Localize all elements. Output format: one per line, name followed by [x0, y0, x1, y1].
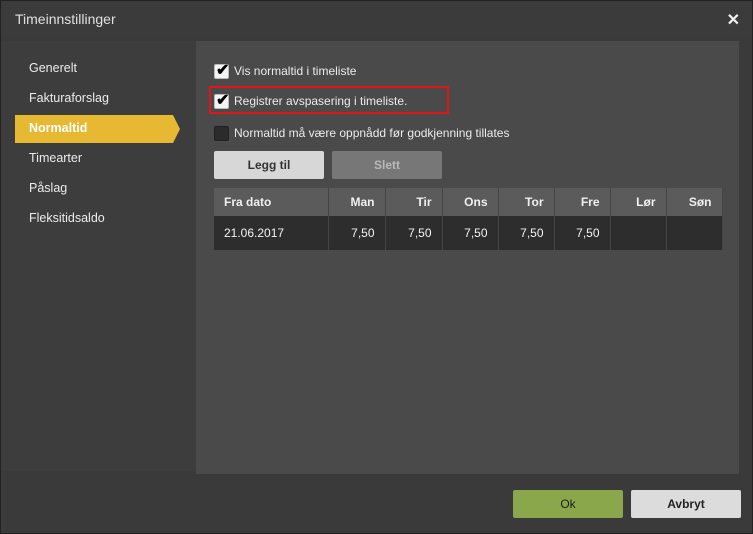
cell-son[interactable]	[666, 216, 723, 250]
cancel-button[interactable]: Avbryt	[631, 490, 741, 518]
sidebar-item-generelt[interactable]: Generelt	[29, 61, 77, 81]
sidebar-item-normaltid[interactable]: Normaltid	[15, 115, 180, 143]
cell-fre[interactable]: 7,50	[554, 216, 611, 250]
cell-tor[interactable]: 7,50	[498, 216, 555, 250]
column-header-tor[interactable]: Tor	[498, 188, 555, 216]
option-label: Normaltid må være oppnådd før godkjennin…	[234, 126, 510, 140]
table-header-row: Fra dato Man Tir Ons Tor Fre Lør Søn	[214, 188, 723, 216]
settings-dialog: Timeinnstillinger ✕ Generelt Fakturafors…	[0, 0, 753, 534]
column-header-lor[interactable]: Lør	[610, 188, 667, 216]
normaltid-table: Fra dato Man Tir Ons Tor Fre Lør Søn 21.…	[214, 188, 723, 250]
checkmark-icon: ✔	[216, 62, 230, 79]
cell-lor[interactable]	[610, 216, 667, 250]
cell-fra-dato[interactable]: 21.06.2017	[214, 216, 329, 250]
dialog-title: Timeinnstillinger	[15, 11, 116, 27]
title-bar: Timeinnstillinger ✕	[1, 1, 752, 37]
column-header-fre[interactable]: Fre	[554, 188, 611, 216]
column-header-ons[interactable]: Ons	[442, 188, 499, 216]
highlight-box	[209, 86, 449, 114]
cell-ons[interactable]: 7,50	[442, 216, 499, 250]
ok-button[interactable]: Ok	[513, 490, 623, 518]
checkbox[interactable]	[214, 126, 229, 141]
option-label: Vis normaltid i timeliste	[234, 64, 357, 78]
cell-man[interactable]: 7,50	[328, 216, 386, 250]
column-header-fra-dato[interactable]: Fra dato	[214, 188, 329, 216]
sidebar-item-timearter[interactable]: Timearter	[29, 151, 82, 171]
column-header-man[interactable]: Man	[328, 188, 386, 216]
close-icon[interactable]: ✕	[727, 10, 740, 30]
sidebar-item-fakturaforslag[interactable]: Fakturaforslag	[29, 91, 109, 111]
cell-tir[interactable]: 7,50	[385, 216, 443, 250]
column-header-tir[interactable]: Tir	[385, 188, 443, 216]
add-button[interactable]: Legg til	[214, 151, 324, 179]
delete-button[interactable]: Slett	[332, 151, 442, 179]
sidebar-item-fleksitidsaldo[interactable]: Fleksitidsaldo	[29, 211, 105, 231]
table-row[interactable]: 21.06.2017 7,50 7,50 7,50 7,50 7,50	[214, 216, 723, 250]
column-header-son[interactable]: Søn	[666, 188, 723, 216]
sidebar-item-label: Normaltid	[29, 121, 88, 135]
sidebar-item-paslag[interactable]: Påslag	[29, 181, 67, 201]
sidebar: Generelt Fakturaforslag Normaltid Timear…	[1, 41, 196, 471]
checkbox[interactable]: ✔	[214, 62, 229, 79]
